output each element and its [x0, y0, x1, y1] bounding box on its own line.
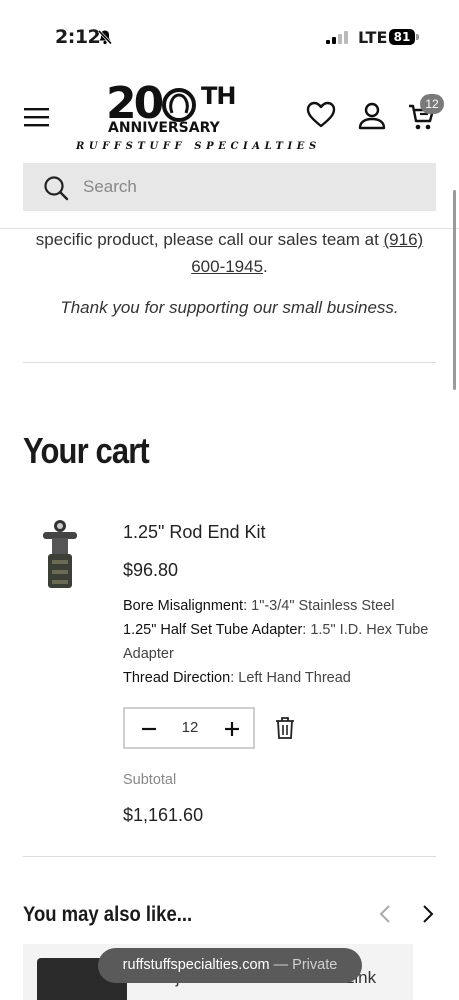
toast-domain: ruffstuffspecialties.com	[122, 957, 270, 973]
hamburger-menu-icon[interactable]	[24, 107, 49, 127]
horseshoe-logo-icon	[162, 88, 196, 122]
attribute-row: 1.25" Half Set Tube Adapter: 1.5" I.D. H…	[123, 622, 429, 662]
battery-icon: 81	[389, 29, 415, 45]
product-name[interactable]: 1.25" Rod End Kit	[123, 522, 265, 543]
recommendations-title: You may also like...	[23, 903, 193, 926]
attribute-row: Thread Direction: Left Hand Thread	[123, 670, 351, 686]
cellular-signal-icon	[326, 31, 348, 44]
chevron-left-icon[interactable]	[376, 903, 396, 925]
toast-mode: — Private	[273, 957, 338, 973]
account-icon[interactable]	[357, 101, 387, 131]
quantity-stepper: 12	[123, 707, 255, 749]
quantity-value[interactable]: 12	[165, 719, 215, 736]
section-divider	[23, 362, 436, 363]
notice-end: .	[263, 257, 268, 276]
logo-th: TH	[201, 82, 236, 110]
subtotal-value: $1,161.60	[123, 805, 204, 825]
page-title: Your cart	[23, 430, 150, 471]
chevron-right-icon[interactable]	[418, 903, 438, 925]
site-header: 20 TH ANNIVERSARY RUFFSTUFF SPECIALTIES …	[0, 70, 459, 160]
search-icon	[44, 176, 69, 201]
attribute-label: 1.25" Half Set Tube Adapter	[123, 622, 303, 638]
status-bar: 2:12 LTE 81	[0, 0, 459, 70]
attribute-label: Thread Direction	[123, 670, 231, 686]
section-divider	[23, 856, 436, 857]
attribute-value: 1"-3/4" Stainless Steel	[251, 598, 395, 614]
attribute-label: Bore Misalignment	[123, 598, 244, 614]
cart-count-badge: 12	[420, 94, 444, 114]
battery-tip	[416, 34, 419, 40]
subtotal-label: Subtotal	[123, 772, 177, 788]
logo-brand: RUFFSTUFF SPECIALTIES	[76, 141, 321, 152]
trash-icon[interactable]	[274, 716, 296, 740]
product-thumbnail[interactable]	[40, 518, 80, 593]
browser-url-toast[interactable]: ruffstuffspecialties.com — Private	[98, 948, 362, 983]
network-type: LTE	[358, 28, 388, 47]
attribute-value: Left Hand Thread	[238, 670, 351, 686]
bell-muted-icon	[97, 29, 113, 45]
search-input[interactable]	[83, 171, 423, 203]
page-scrollbar[interactable]	[453, 190, 456, 390]
attribute-row: Bore Misalignment: 1"-3/4" Stainless Ste…	[123, 598, 395, 614]
product-price: $96.80	[123, 560, 179, 580]
logo-anniversary: ANNIVERSARY	[108, 120, 220, 136]
increase-quantity-button[interactable]	[220, 717, 244, 741]
search-bar	[23, 163, 436, 211]
heart-icon[interactable]	[306, 100, 336, 130]
thanks-message: Thank you for supporting our small busin…	[60, 298, 399, 317]
site-logo[interactable]: 20 TH ANNIVERSARY RUFFSTUFF SPECIALTIES	[76, 82, 316, 158]
contact-notice: specific product, please call our sales …	[23, 226, 436, 280]
status-time: 2:12	[55, 26, 101, 48]
notice-text: specific product, please call our sales …	[35, 230, 384, 249]
product-attributes: Bore Misalignment: 1"-3/4" Stainless Ste…	[123, 594, 433, 690]
decrease-quantity-button[interactable]	[137, 717, 161, 741]
